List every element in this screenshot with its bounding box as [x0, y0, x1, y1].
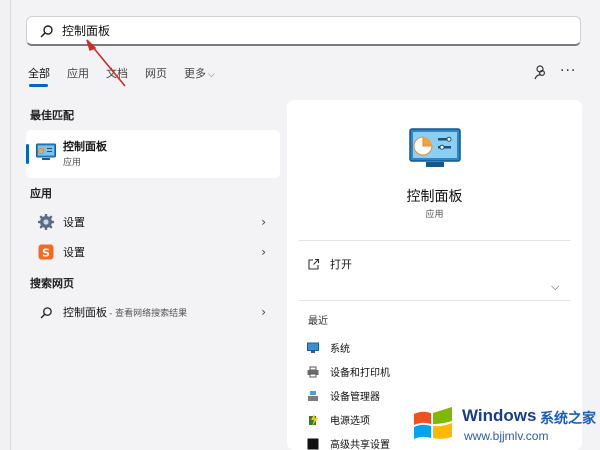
open-external-icon — [308, 258, 320, 270]
app-result-settings-sogou[interactable]: S 设置 › — [26, 238, 280, 266]
recent-item-device-manager[interactable]: 设备管理器 — [307, 388, 380, 403]
monitor-icon — [307, 342, 319, 353]
power-options-icon — [309, 413, 318, 426]
tab-web[interactable]: 网页 — [145, 66, 167, 84]
recent-heading: 最近 — [308, 316, 328, 327]
divider — [299, 300, 571, 301]
detail-type: 应用 — [425, 210, 444, 220]
web-result-suffix: - 查看网络搜索结果 — [109, 308, 188, 319]
watermark-url: www.bjjmlv.com — [464, 429, 549, 443]
site-watermark: Windows 系统之家 www.bjjmlv.com — [412, 404, 600, 450]
best-match-item[interactable]: 控制面板 应用 — [26, 130, 280, 178]
chevron-right-icon[interactable]: › — [261, 305, 266, 319]
filter-tabs: 全部 应用 文档 网页 更多 ⌵ — [28, 66, 232, 87]
selection-indicator — [26, 144, 29, 164]
control-panel-icon — [409, 128, 461, 167]
apps-heading: 应用 — [30, 187, 52, 200]
recent-item-devices-printers[interactable]: 设备和打印机 — [307, 364, 390, 379]
network-sharing-icon — [307, 438, 319, 449]
open-label: 打开 — [330, 258, 352, 271]
watermark-brand: Windows — [462, 406, 537, 425]
open-action[interactable]: 打开 — [307, 256, 352, 272]
search-icon — [40, 24, 53, 37]
chevron-down-icon[interactable]: ⌵ — [551, 280, 559, 294]
best-match-type: 应用 — [63, 158, 82, 168]
sogou-icon: S — [38, 244, 54, 260]
watermark-brand-cn: 系统之家 — [540, 411, 596, 427]
web-heading: 搜索网页 — [30, 277, 74, 290]
recent-item-system[interactable]: 系统 — [307, 340, 350, 355]
app-result-settings[interactable]: 设置 › — [26, 208, 280, 236]
windows-logo-icon — [414, 407, 452, 439]
accounts-icon[interactable] — [531, 63, 549, 81]
search-input[interactable]: 控制面板 — [26, 16, 581, 46]
chevron-down-icon: ⌵ — [208, 70, 215, 80]
web-search-result[interactable]: 控制面板 - 查看网络搜索结果 › — [26, 298, 280, 326]
tab-apps[interactable]: 应用 — [67, 66, 89, 84]
search-query: 控制面板 — [62, 24, 111, 38]
more-dots-icon[interactable]: ··· — [560, 63, 576, 79]
detail-title: 控制面板 — [406, 189, 463, 205]
tab-more[interactable]: 更多 ⌵ — [184, 66, 215, 84]
best-match-heading: 最佳匹配 — [30, 109, 74, 122]
recent-item-power-options[interactable]: 电源选项 — [307, 412, 370, 427]
svg-text:S: S — [42, 246, 50, 259]
tab-all[interactable]: 全部 — [28, 66, 50, 87]
control-panel-icon — [36, 143, 56, 160]
search-icon — [38, 304, 54, 320]
detail-panel: 控制面板 应用 打开 ⌵ 最近 系统 设备和打印机 设备管理器 电源选项 高级共… — [287, 100, 582, 450]
web-result-label: 控制面板 — [63, 306, 107, 319]
tab-documents[interactable]: 文档 — [106, 66, 128, 84]
chevron-right-icon[interactable]: › — [261, 245, 266, 259]
device-manager-icon — [308, 390, 318, 401]
best-match-title: 控制面板 — [63, 140, 107, 153]
chevron-right-icon[interactable]: › — [261, 215, 266, 229]
app-label: 设置 — [63, 216, 85, 229]
gear-icon — [38, 214, 54, 230]
recent-item-advanced-sharing[interactable]: 高级共享设置 — [307, 436, 390, 450]
app-label: 设置 — [63, 246, 85, 259]
divider — [299, 240, 571, 241]
printer-icon — [307, 366, 319, 377]
